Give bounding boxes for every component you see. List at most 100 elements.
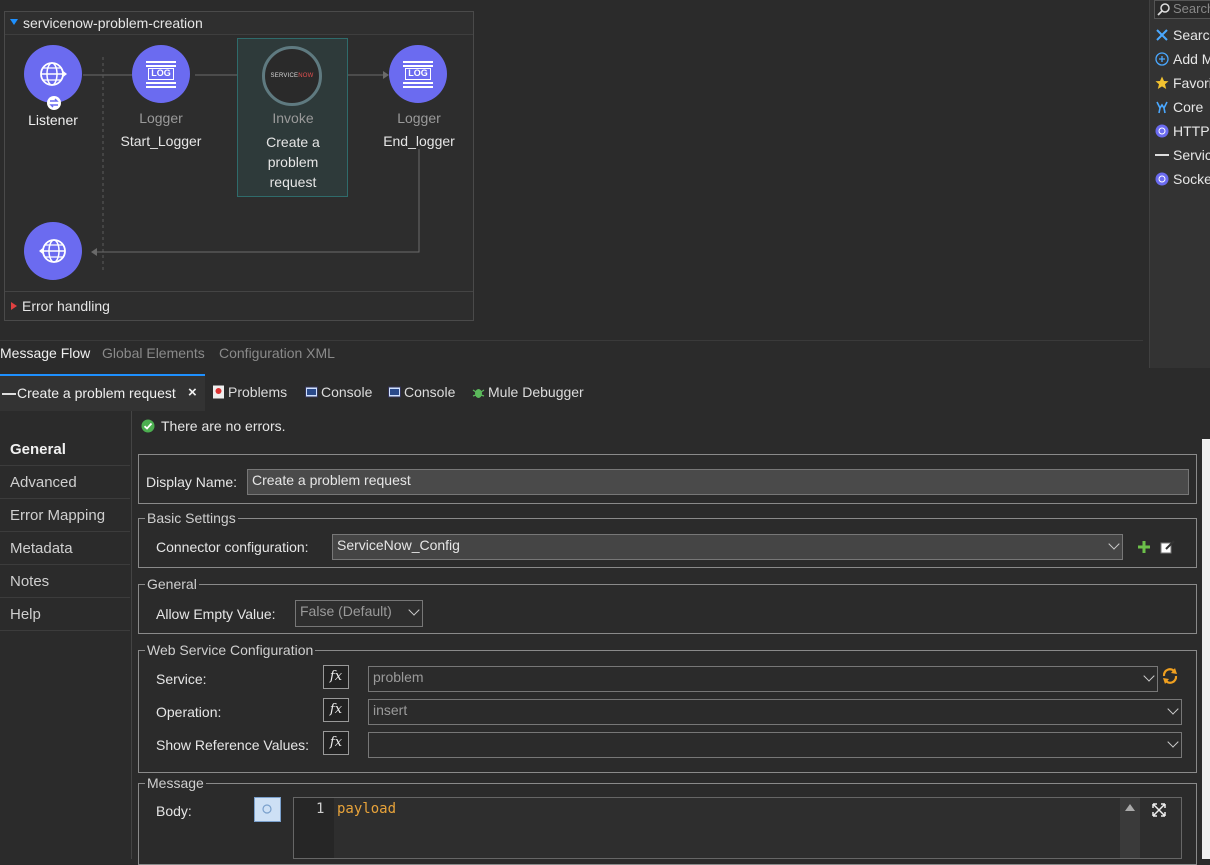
console-icon — [388, 386, 401, 398]
sockets-module-icon — [1155, 172, 1169, 186]
transport-badge-icon — [47, 96, 61, 110]
expression-mode-button[interactable] — [254, 797, 281, 822]
nav-help[interactable]: Help — [0, 598, 130, 631]
end-logger-name: End_logger — [383, 133, 455, 149]
search-icon — [1157, 3, 1170, 16]
nav-general[interactable]: General — [0, 433, 130, 466]
web-service-config-legend: Web Service Configuration — [147, 642, 314, 658]
add-plus-icon[interactable] — [1137, 540, 1151, 554]
chevron-down-icon — [408, 604, 420, 616]
start-logger-name: Start_Logger — [120, 133, 202, 149]
basic-settings-legend: Basic Settings — [147, 510, 236, 526]
line-gutter: 1 — [294, 798, 334, 858]
message-legend: Message — [147, 775, 204, 791]
show-reference-values-label: Show Reference Values: — [156, 737, 310, 753]
display-name-label: Display Name: — [146, 474, 238, 490]
logger-icon: LOG — [403, 61, 433, 88]
chevron-down-icon — [1167, 736, 1179, 748]
palette-item-sockets[interactable]: Socke — [1155, 171, 1210, 191]
allow-empty-select[interactable]: False (Default) — [295, 600, 423, 627]
listener-node[interactable] — [24, 45, 82, 103]
globe-icon — [39, 239, 66, 263]
service-label: Service: — [156, 671, 207, 687]
tab-message-flow[interactable]: Message Flow — [0, 345, 90, 361]
edit-icon[interactable] — [1160, 539, 1176, 555]
palette-item-favorites[interactable]: Favori — [1155, 75, 1210, 95]
properties-scrollbar[interactable] — [1202, 439, 1210, 859]
connector-config-select[interactable]: ServiceNow_Config — [332, 534, 1123, 560]
invoke-node[interactable]: SERVICENOW Invoke Create a problem reque… — [237, 38, 348, 197]
tools-icon — [1156, 29, 1168, 41]
error-handling-label: Error handling — [22, 298, 110, 314]
fx-toggle-button[interactable]: fx — [323, 665, 349, 689]
line-number: 1 — [316, 801, 325, 817]
mule-icon — [1156, 101, 1168, 114]
active-tab-label: Create a problem request — [17, 385, 176, 401]
tab-console-2[interactable]: Console — [388, 384, 455, 400]
status-message: There are no errors. — [161, 418, 286, 434]
palette-item-servicenow[interactable]: Servic — [1155, 147, 1210, 167]
start-logger-node[interactable]: LOG — [132, 45, 190, 103]
fx-toggle-button[interactable]: fx — [323, 731, 349, 755]
end-logger-type: Logger — [397, 110, 441, 126]
start-logger-type: Logger — [139, 110, 183, 126]
nav-notes[interactable]: Notes — [0, 565, 130, 598]
allow-empty-label: Allow Empty Value: — [156, 606, 276, 622]
response-node[interactable] — [24, 222, 82, 280]
script-icon — [262, 804, 272, 814]
display-name-input[interactable]: Create a problem request — [247, 469, 1189, 495]
close-tab-icon[interactable]: × — [188, 384, 197, 401]
flow-container[interactable]: servicenow-problem-creation Listener LOG… — [4, 11, 474, 321]
editor-scrollbar[interactable] — [1120, 798, 1140, 858]
servicenow-icon — [1155, 154, 1169, 156]
palette-search-input[interactable]: Search — [1154, 0, 1210, 19]
code-text: payload — [337, 801, 397, 817]
body-label: Body: — [156, 803, 192, 819]
servicenow-icon — [2, 393, 16, 395]
bug-icon — [472, 389, 485, 398]
chevron-down-icon — [1108, 538, 1120, 550]
tab-mule-debugger[interactable]: Mule Debugger — [472, 384, 584, 400]
palette-item-http[interactable]: HTTP — [1155, 123, 1210, 143]
palette-item-search[interactable]: Search — [1155, 27, 1210, 47]
fx-toggle-button[interactable]: fx — [323, 698, 349, 722]
servicenow-node-circle: SERVICENOW — [262, 46, 322, 106]
expand-triangle-icon[interactable] — [11, 302, 17, 310]
nav-metadata[interactable]: Metadata — [0, 532, 130, 565]
listener-label: Listener — [28, 112, 78, 128]
palette-item-add-modules[interactable]: Add M — [1155, 51, 1210, 71]
tab-console-1[interactable]: Console — [305, 384, 372, 400]
body-editor[interactable]: 1 payload — [293, 797, 1182, 859]
end-logger-node[interactable]: LOG — [389, 45, 447, 103]
nav-error-mapping[interactable]: Error Mapping — [0, 499, 130, 532]
scroll-up-icon[interactable] — [1125, 804, 1135, 811]
flow-canvas[interactable]: servicenow-problem-creation Listener LOG… — [0, 0, 1143, 340]
general-legend: General — [147, 576, 197, 592]
tab-problems[interactable]: Problems — [212, 384, 287, 400]
panel-tabs: Create a problem request × Problems Cons… — [0, 373, 1210, 411]
nav-advanced[interactable]: Advanced — [0, 466, 130, 499]
problems-icon — [213, 385, 224, 399]
properties-nav: General Advanced Error Mapping Metadata … — [0, 411, 132, 859]
tab-configuration-xml[interactable]: Configuration XML — [219, 345, 335, 361]
globe-icon — [40, 62, 67, 86]
properties-panel: General Advanced Error Mapping Metadata … — [0, 411, 1210, 865]
invoke-type: Invoke — [272, 110, 314, 126]
http-module-icon — [1155, 124, 1169, 138]
logger-icon: LOG — [146, 61, 176, 88]
add-circle-icon — [1155, 52, 1169, 66]
error-handling-section[interactable]: Error handling — [5, 291, 473, 320]
operation-select[interactable]: insert — [368, 699, 1182, 725]
invoke-name: Create a problem request — [266, 134, 320, 190]
servicenow-logo-icon: SERVICENOW — [270, 73, 314, 79]
service-select[interactable]: problem — [368, 666, 1158, 692]
refresh-icon[interactable] — [1161, 667, 1179, 685]
palette-item-core[interactable]: Core — [1155, 99, 1203, 119]
expand-editor-icon[interactable] — [1151, 802, 1167, 818]
chevron-down-icon — [1143, 670, 1155, 682]
tab-create-problem-request[interactable]: Create a problem request × — [0, 374, 205, 411]
tab-global-elements[interactable]: Global Elements — [102, 345, 205, 361]
palette-search-placeholder: Search — [1173, 1, 1210, 16]
operation-label: Operation: — [156, 704, 222, 720]
show-reference-values-select[interactable] — [368, 732, 1182, 758]
